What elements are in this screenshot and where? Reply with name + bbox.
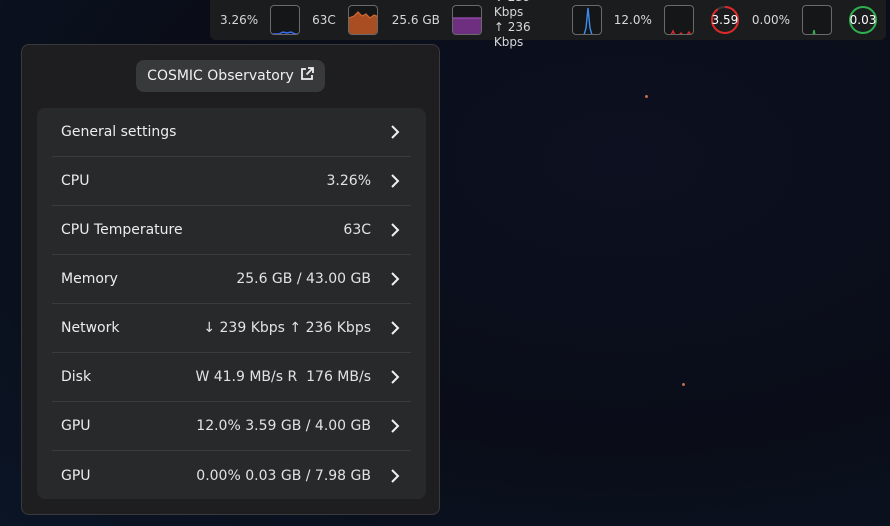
- row-label: GPU: [61, 467, 91, 484]
- chevron-right-icon: [383, 414, 407, 438]
- system-monitor-applet-bar[interactable]: 3.26% 63C 25.6 GB ↓ 239 Kbps ↑ 236 Kbps …: [210, 0, 886, 49]
- row-gpu-2[interactable]: GPU 0.00% 0.03 GB / 7.98 GB: [52, 451, 411, 500]
- row-value: ↓ 239 Kbps ↑ 236 Kbps: [203, 320, 371, 336]
- network-download-text: ↓ 239 Kbps: [493, 0, 531, 19]
- memory-usage-text: 25.6 GB: [391, 13, 440, 27]
- row-label: Memory: [61, 271, 118, 287]
- chevron-right-icon: [383, 365, 407, 389]
- disk-sparkline: [663, 5, 694, 35]
- row-value: 0.00% 0.03 GB / 7.98 GB: [196, 467, 371, 484]
- network-rates: ↓ 239 Kbps ↑ 236 Kbps: [494, 0, 560, 50]
- row-cpu-temperature[interactable]: CPU Temperature 63C: [52, 206, 411, 255]
- background-star: [682, 383, 685, 386]
- cpu-usage-text: 3.26%: [220, 13, 259, 27]
- row-label: General settings: [61, 124, 177, 140]
- gpu2-usage-text: 0.00%: [751, 13, 790, 27]
- gpu1-usage-text: 12.0%: [613, 13, 652, 27]
- chevron-right-icon: [383, 316, 407, 340]
- chevron-right-icon: [383, 267, 407, 291]
- chevron-right-icon: [383, 218, 407, 242]
- chevron-right-icon: [383, 464, 407, 488]
- row-general-settings[interactable]: General settings: [52, 108, 411, 157]
- cosmic-observatory-label: COSMIC Observatory: [147, 68, 294, 84]
- memory-sparkline: [451, 5, 482, 35]
- settings-list: General settings CPU 3.26% CPU Temperatu…: [37, 108, 426, 499]
- temperature-sparkline: [347, 5, 378, 35]
- row-label: CPU Temperature: [61, 222, 183, 238]
- row-label: GPU: [61, 418, 91, 434]
- row-label: Network: [61, 320, 120, 336]
- gpu2-vram-ring: 0.03: [848, 5, 878, 35]
- cpu-sparkline: [270, 5, 301, 35]
- cpu-temperature-text: 63C: [312, 13, 336, 27]
- row-value: 12.0% 3.59 GB / 4.00 GB: [196, 418, 371, 434]
- system-monitor-popup: COSMIC Observatory General settings CPU …: [21, 44, 440, 515]
- row-memory[interactable]: Memory 25.6 GB / 43.00 GB: [52, 255, 411, 304]
- gpu2-sparkline: [802, 5, 832, 35]
- network-upload-text: ↑ 236 Kbps: [493, 20, 531, 49]
- gpu1-vram-value: 3.59: [711, 13, 739, 27]
- network-sparkline: [571, 5, 602, 35]
- cosmic-observatory-button[interactable]: COSMIC Observatory: [136, 60, 325, 92]
- row-disk[interactable]: Disk W 41.9 MB/s R 176 MB/s: [52, 353, 411, 402]
- chevron-right-icon: [383, 120, 407, 144]
- row-value: 3.26%: [326, 173, 371, 189]
- row-gpu-1[interactable]: GPU 12.0% 3.59 GB / 4.00 GB: [52, 402, 411, 451]
- background-star: [645, 95, 648, 98]
- row-network[interactable]: Network ↓ 239 Kbps ↑ 236 Kbps: [52, 304, 411, 353]
- gpu2-vram-value: 0.03: [849, 13, 877, 27]
- row-label: Disk: [61, 369, 92, 385]
- row-value: 25.6 GB / 43.00 GB: [236, 271, 371, 287]
- row-cpu[interactable]: CPU 3.26%: [52, 157, 411, 206]
- chevron-right-icon: [383, 169, 407, 193]
- external-link-icon: [300, 67, 314, 85]
- row-value: 63C: [343, 222, 371, 238]
- row-label: CPU: [61, 173, 90, 189]
- gpu1-vram-ring: 3.59: [710, 5, 740, 35]
- row-value: W 41.9 MB/s R 176 MB/s: [195, 369, 371, 385]
